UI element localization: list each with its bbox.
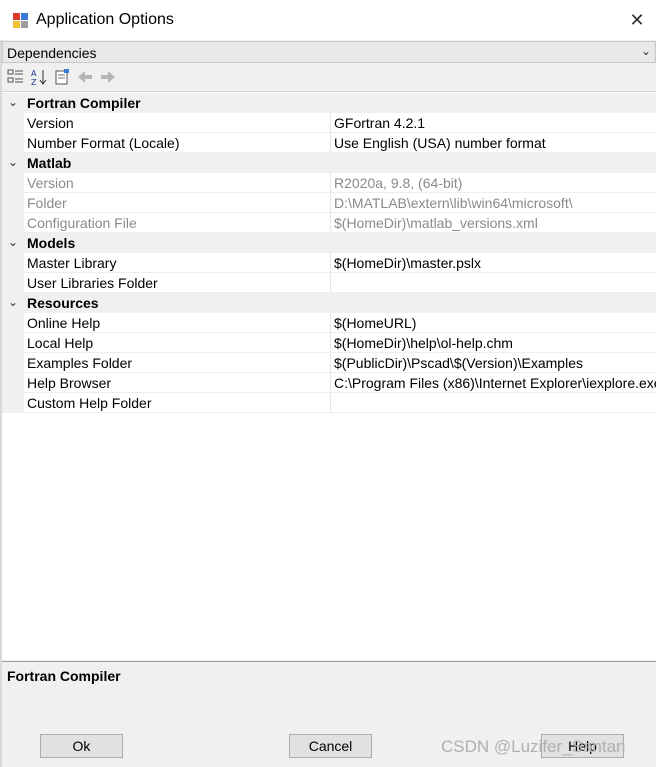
- property-value[interactable]: $(HomeDir)\master.pslx: [334, 255, 481, 271]
- forward-icon: [101, 71, 115, 83]
- collapse-icon[interactable]: ⌄: [8, 155, 18, 169]
- column-divider: [330, 313, 331, 333]
- property-name: Master Library: [27, 255, 117, 271]
- property-row[interactable]: Online Help $(HomeURL): [2, 313, 656, 333]
- property-value[interactable]: Use English (USA) number format: [334, 135, 546, 151]
- collapse-icon[interactable]: ⌄: [8, 295, 18, 309]
- property-row[interactable]: Custom Help Folder: [2, 393, 656, 413]
- property-value[interactable]: GFortran 4.2.1: [334, 115, 425, 131]
- property-row[interactable]: Help Browser C:\Program Files (x86)\Inte…: [2, 373, 656, 393]
- category-label: Matlab: [27, 155, 72, 171]
- back-icon: [78, 71, 92, 83]
- property-name: Local Help: [27, 335, 94, 351]
- column-divider: [330, 333, 331, 353]
- svg-text:A: A: [31, 69, 37, 78]
- property-name: User Libraries Folder: [27, 275, 158, 291]
- property-row[interactable]: Number Format (Locale) Use English (USA)…: [2, 133, 656, 153]
- row-gutter: [2, 353, 24, 373]
- column-divider: [330, 213, 331, 233]
- property-name: Configuration File: [27, 215, 137, 231]
- property-row[interactable]: User Libraries Folder: [2, 273, 656, 293]
- close-button[interactable]: ✕: [622, 7, 652, 35]
- collapse-icon[interactable]: ⌄: [8, 95, 18, 109]
- category-matlab[interactable]: ⌄ Matlab: [2, 153, 656, 173]
- property-value[interactable]: $(HomeDir)\help\ol-help.chm: [334, 335, 513, 351]
- row-divider: [24, 412, 656, 413]
- row-gutter: [2, 393, 24, 413]
- property-row[interactable]: Version R2020a, 9.8, (64-bit): [2, 173, 656, 193]
- category-dropdown-value: Dependencies: [7, 45, 97, 61]
- property-grid: ⌄ Fortran Compiler Version GFortran 4.2.…: [2, 91, 656, 660]
- property-pages-icon[interactable]: [53, 68, 71, 86]
- row-gutter: [2, 253, 24, 273]
- column-divider: [330, 353, 331, 373]
- property-row[interactable]: Folder D:\MATLAB\extern\lib\win64\micros…: [2, 193, 656, 213]
- title-bar: Application Options ✕: [0, 0, 656, 40]
- cancel-button[interactable]: Cancel: [289, 734, 372, 758]
- property-row[interactable]: Examples Folder $(PublicDir)\Pscad\$(Ver…: [2, 353, 656, 373]
- category-label: Fortran Compiler: [27, 95, 141, 111]
- description-title: Fortran Compiler: [7, 668, 121, 684]
- category-resources[interactable]: ⌄ Resources: [2, 293, 656, 313]
- property-value[interactable]: $(HomeURL): [334, 315, 416, 331]
- alphabetical-sort-icon[interactable]: A Z: [30, 68, 48, 86]
- svg-text:Z: Z: [31, 78, 37, 86]
- property-value[interactable]: D:\MATLAB\extern\lib\win64\microsoft\: [334, 195, 573, 211]
- column-divider: [330, 193, 331, 213]
- row-gutter: [2, 373, 24, 393]
- property-value[interactable]: R2020a, 9.8, (64-bit): [334, 175, 462, 191]
- category-fortran-compiler[interactable]: ⌄ Fortran Compiler: [2, 93, 656, 113]
- property-name: Help Browser: [27, 375, 112, 391]
- property-value[interactable]: $(HomeDir)\matlab_versions.xml: [334, 215, 538, 231]
- column-divider: [330, 373, 331, 393]
- property-name: Version: [27, 175, 74, 191]
- chevron-down-icon: ⌄: [640, 44, 651, 58]
- ok-button[interactable]: Ok: [40, 734, 123, 758]
- categorized-icon[interactable]: [7, 68, 25, 86]
- row-gutter: [2, 133, 24, 153]
- row-gutter: [2, 173, 24, 193]
- category-models[interactable]: ⌄ Models: [2, 233, 656, 253]
- row-gutter: [2, 273, 24, 293]
- property-name: Examples Folder: [27, 355, 133, 371]
- row-gutter: [2, 213, 24, 233]
- category-label: Resources: [27, 295, 99, 311]
- property-grid-toolbar: A Z: [2, 64, 656, 91]
- column-divider: [330, 133, 331, 153]
- property-name: Number Format (Locale): [27, 135, 180, 151]
- category-label: Models: [27, 235, 76, 251]
- category-dropdown[interactable]: Dependencies ⌄: [2, 41, 656, 63]
- property-name: Online Help: [27, 315, 101, 331]
- column-divider: [330, 253, 331, 273]
- column-divider: [330, 273, 331, 293]
- row-gutter: [2, 113, 24, 133]
- app-options-icon: [13, 13, 28, 28]
- property-row[interactable]: Version GFortran 4.2.1: [2, 113, 656, 133]
- row-gutter: [2, 193, 24, 213]
- row-gutter: [2, 333, 24, 353]
- row-gutter: [2, 313, 24, 333]
- collapse-icon[interactable]: ⌄: [8, 235, 18, 249]
- property-name: Version: [27, 115, 74, 131]
- property-value[interactable]: $(PublicDir)\Pscad\$(Version)\Examples: [334, 355, 583, 371]
- property-row[interactable]: Configuration File $(HomeDir)\matlab_ver…: [2, 213, 656, 233]
- property-value[interactable]: C:\Program Files (x86)\Internet Explorer…: [334, 375, 656, 391]
- window-title: Application Options: [36, 11, 174, 28]
- column-divider: [330, 173, 331, 193]
- column-divider: [330, 393, 331, 413]
- property-row[interactable]: Master Library $(HomeDir)\master.pslx: [2, 253, 656, 273]
- watermark: CSDN @Luzifer_Santan: [441, 737, 626, 756]
- close-icon: ✕: [629, 10, 645, 30]
- description-panel: Fortran Compiler: [2, 661, 656, 726]
- column-divider: [330, 113, 331, 133]
- property-name: Custom Help Folder: [27, 395, 152, 411]
- property-row[interactable]: Local Help $(HomeDir)\help\ol-help.chm: [2, 333, 656, 353]
- property-name: Folder: [27, 195, 67, 211]
